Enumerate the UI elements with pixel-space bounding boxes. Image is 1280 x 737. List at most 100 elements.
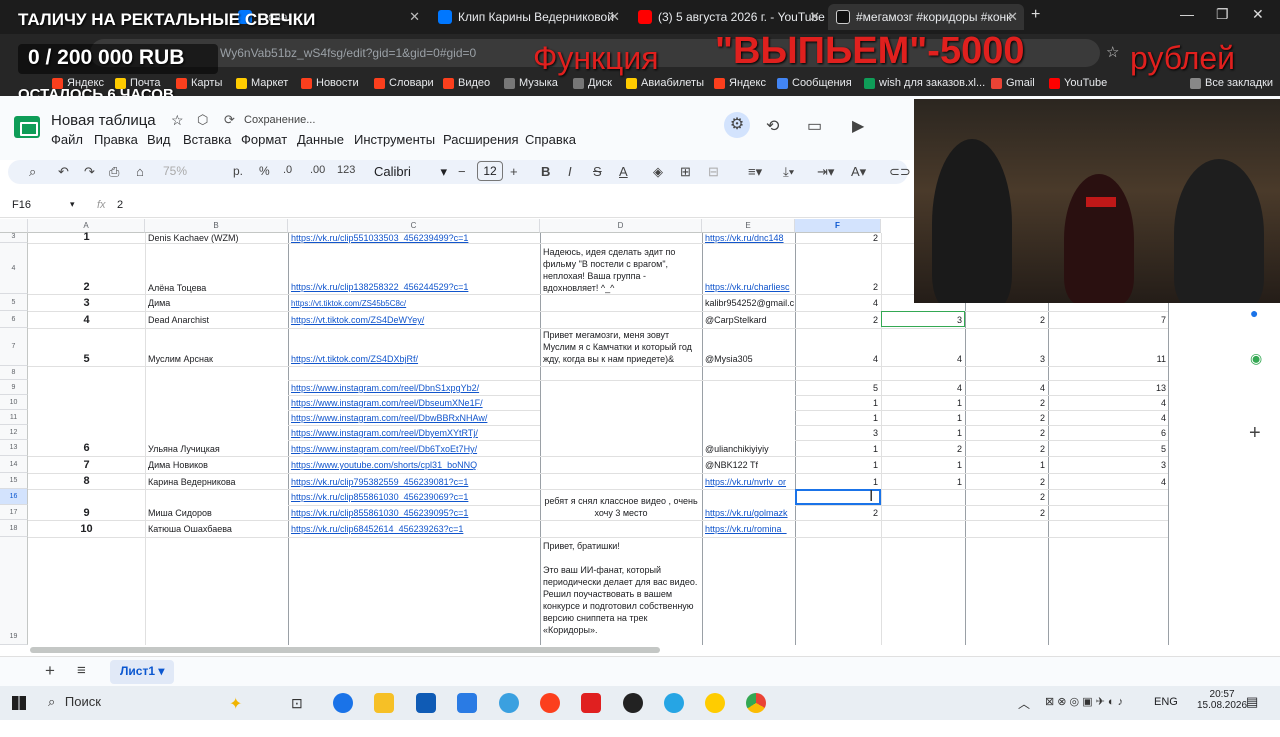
edge-icon[interactable] — [333, 693, 353, 713]
cell-h15[interactable]: 2 — [965, 477, 1045, 487]
cell-a13[interactable]: 6 — [28, 442, 145, 454]
column-header-b[interactable]: B — [145, 219, 288, 233]
chevron-down-icon[interactable]: ▾ — [70, 199, 75, 210]
name-box[interactable]: F16 — [12, 199, 31, 211]
cell-i13[interactable]: 5 — [1048, 444, 1166, 454]
notifications-icon[interactable]: ▤ — [1246, 694, 1258, 710]
contacts-icon[interactable]: ● — [1250, 305, 1258, 321]
bookmark-item[interactable]: Авиабилеты — [626, 77, 704, 89]
cell-e14[interactable]: @NBK122 Tf — [705, 460, 794, 470]
cell-a4[interactable]: 2 — [28, 281, 145, 293]
cell-b6[interactable]: Dead Anarchist — [148, 315, 288, 325]
cell-f17[interactable]: 2 — [795, 508, 878, 518]
cell-g6[interactable]: 3 — [881, 315, 962, 325]
column-header-f[interactable]: F — [795, 219, 881, 233]
browser-tab-2[interactable]: Клип Карины Ведерниковой ✕ — [430, 4, 626, 30]
cell-h12[interactable]: 2 — [965, 428, 1045, 438]
cell-b7[interactable]: Муслим Арснак — [148, 354, 288, 364]
wrap-icon[interactable]: ⇥▾ — [817, 164, 834, 180]
cell-h11[interactable]: 2 — [965, 413, 1045, 423]
increase-decimal[interactable]: .00 — [310, 164, 325, 176]
row-header[interactable]: 15 — [0, 473, 28, 489]
cell-e17[interactable]: https://vk.ru/golmazk — [705, 508, 794, 518]
task-view-icon[interactable]: ⊡ — [291, 695, 303, 712]
close-icon[interactable]: ✕ — [1007, 9, 1018, 25]
telegram-icon[interactable] — [664, 693, 684, 713]
maps-icon[interactable]: ◉ — [1250, 350, 1262, 367]
bold-icon[interactable]: B — [541, 164, 550, 179]
add-addon-icon[interactable]: + — [1249, 422, 1261, 445]
row-header[interactable]: 3 — [0, 233, 28, 243]
all-bookmarks[interactable]: Все закладки — [1190, 77, 1273, 89]
bookmark-item[interactable]: Яндекс — [714, 77, 766, 89]
paint-format-icon[interactable]: ⌂ — [136, 164, 144, 179]
minimize-button[interactable]: — — [1180, 6, 1194, 22]
cell-f6[interactable]: 2 — [795, 315, 878, 325]
font-select[interactable]: Calibri ▾ — [374, 164, 447, 180]
cell-e6[interactable]: @CarpStelkard — [705, 315, 794, 325]
bookmark-item[interactable]: Сообщения — [777, 77, 852, 89]
row-header[interactable]: 19 — [0, 537, 28, 645]
all-sheets-button[interactable]: ≡ — [77, 662, 86, 679]
browser-tab-4[interactable]: #мегамозг #коридоры #конк ✕ — [828, 4, 1024, 30]
explorer-icon[interactable] — [374, 693, 394, 713]
search-icon[interactable]: ⌕ — [29, 164, 36, 180]
row-header[interactable]: 18 — [0, 520, 28, 537]
browser-tab-3[interactable]: (3) 5 августа 2026 г. - YouTube ✕ — [630, 4, 826, 30]
bookmark-item[interactable]: YouTube — [1049, 77, 1107, 89]
percent-format[interactable]: % — [259, 164, 270, 178]
menu-edit[interactable]: Правка — [94, 132, 138, 147]
cell-i6[interactable]: 7 — [1048, 315, 1166, 325]
cell-f5[interactable]: 4 — [795, 298, 878, 308]
bookmark-item[interactable]: Видео — [443, 77, 490, 89]
cell-h7[interactable]: 3 — [965, 354, 1045, 364]
cell-b13[interactable]: Ульяна Лучицкая — [148, 444, 288, 454]
cell-f4[interactable]: 2 — [795, 282, 878, 292]
cell-c15[interactable]: https://vk.ru/clip795382559_456239081?c=… — [291, 477, 539, 487]
cell-c5[interactable]: https://vt.tiktok.com/ZS45b5C8c/ — [291, 299, 539, 308]
cell-c4[interactable]: https://vk.ru/clip138258322_456244529?c=… — [291, 282, 539, 292]
row-header[interactable]: 6 — [0, 311, 28, 328]
menu-help[interactable]: Справка — [525, 132, 576, 147]
sheets-logo-icon[interactable] — [14, 116, 40, 138]
cell-c18[interactable]: https://vk.ru/clip68452614_456239263?c=1 — [291, 524, 539, 534]
row-header[interactable]: 12 — [0, 425, 28, 440]
menu-tools[interactable]: Инструменты — [354, 132, 435, 147]
link-icon[interactable]: ⊂⊃ — [889, 164, 911, 180]
row-header[interactable]: 9 — [0, 380, 28, 395]
close-window-button[interactable]: ✕ — [1252, 6, 1264, 23]
font-size-input[interactable]: 12 — [477, 161, 503, 181]
row-header[interactable]: 11 — [0, 410, 28, 425]
language-indicator[interactable]: ENG — [1154, 696, 1178, 708]
menu-data[interactable]: Данные — [297, 132, 344, 147]
menu-extensions[interactable]: Расширения — [443, 132, 519, 147]
bookmark-item[interactable]: Карты — [176, 77, 222, 89]
row-header[interactable]: 7 — [0, 328, 28, 366]
text-color-icon[interactable]: A — [619, 164, 628, 179]
cell-i10[interactable]: 4 — [1048, 398, 1166, 408]
cell-e4[interactable]: https://vk.ru/charliesc — [705, 282, 794, 292]
cell-d4[interactable]: Надеюсь, идея сделать эдит по фильму "В … — [543, 246, 699, 294]
cell-g9[interactable]: 4 — [881, 383, 962, 393]
font-size-decrease[interactable]: − — [458, 164, 466, 179]
cell-b14[interactable]: Дима Новиков — [148, 460, 288, 470]
currency-format[interactable]: р. — [233, 164, 243, 178]
yandex-browser-icon[interactable] — [540, 693, 560, 713]
borders-icon[interactable]: ⊞ — [680, 164, 691, 180]
cell-a15[interactable]: 8 — [28, 475, 145, 487]
bookmark-item[interactable]: Музыка — [504, 77, 558, 89]
cell-g12[interactable]: 1 — [881, 428, 962, 438]
cell-c11[interactable]: https://www.instagram.com/reel/DbwBBRxNH… — [291, 413, 539, 423]
cell-e5[interactable]: kalibr954252@gmail.c — [705, 298, 794, 308]
cell-f3[interactable]: 2 — [795, 233, 878, 243]
menu-file[interactable]: Файл — [51, 132, 83, 147]
cell-h14[interactable]: 1 — [965, 460, 1045, 470]
cell-c17[interactable]: https://vk.ru/clip855861030_456239095?c=… — [291, 508, 539, 518]
cell-b18[interactable]: Катюша Ошахбаева — [148, 524, 288, 534]
bookmark-star-icon[interactable]: ☆ — [1106, 43, 1119, 61]
menu-insert[interactable]: Вставка — [183, 132, 231, 147]
cell-i15[interactable]: 4 — [1048, 477, 1166, 487]
bookmark-item[interactable]: Диск — [573, 77, 612, 89]
cell-a17[interactable]: 9 — [28, 507, 145, 519]
bookmark-item[interactable]: Gmail — [991, 77, 1035, 89]
